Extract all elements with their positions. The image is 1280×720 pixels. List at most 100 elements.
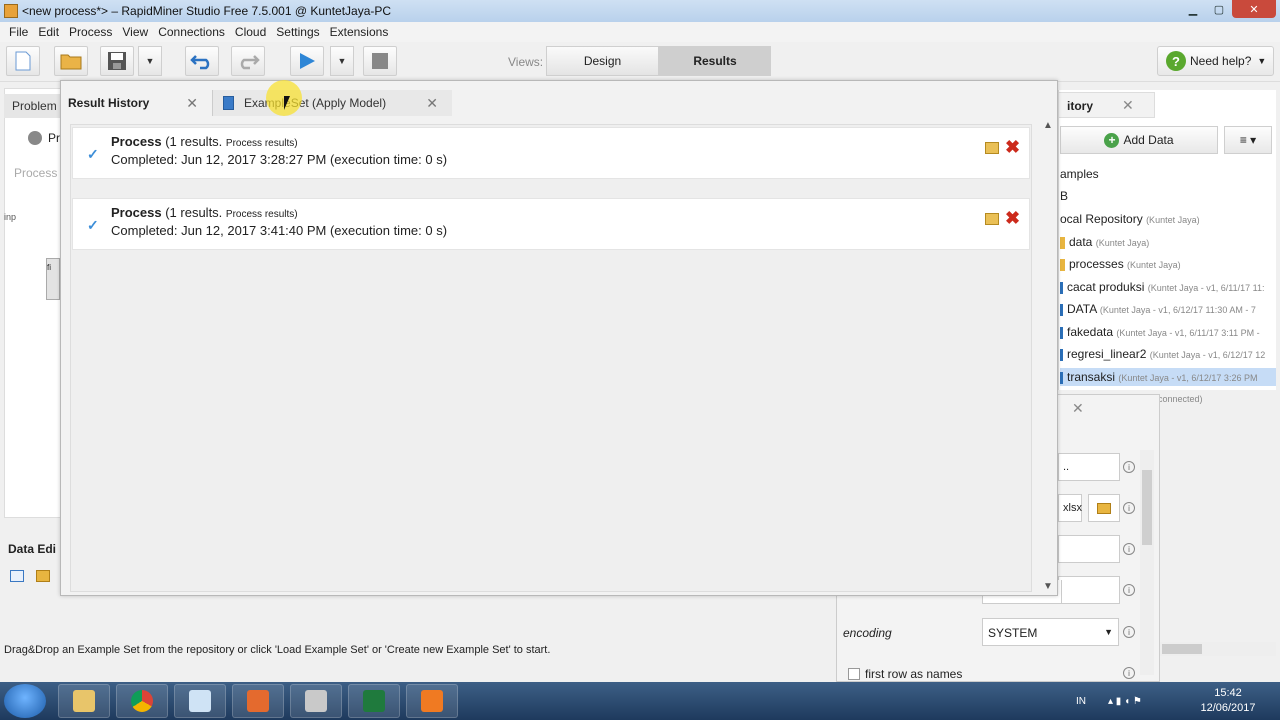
param-field[interactable] — [1058, 576, 1120, 604]
menu-edit[interactable]: Edit — [38, 25, 59, 39]
chrome-icon — [131, 690, 153, 712]
load-example-set-icon[interactable] — [36, 570, 50, 582]
open-result-icon[interactable] — [985, 213, 999, 225]
excel-icon — [363, 690, 385, 712]
redo-button[interactable] — [231, 46, 265, 76]
repo-item[interactable]: B — [1060, 189, 1276, 203]
run-dropdown-button[interactable]: ▼ — [330, 46, 354, 76]
design-view-button[interactable]: Design — [546, 46, 659, 76]
repository-menu-button[interactable]: ≡ ▾ — [1224, 126, 1272, 154]
chevron-down-icon: ▼ — [1257, 56, 1267, 66]
repo-item[interactable]: fakedata (Kuntet Jaya - v1, 6/11/17 3:11… — [1060, 325, 1276, 339]
help-icon: ? — [1166, 51, 1186, 71]
add-data-button[interactable]: + Add Data — [1060, 126, 1218, 154]
close-icon[interactable]: ✕ — [186, 95, 198, 112]
repo-item-label: amples — [1060, 167, 1099, 181]
explorer-taskbar-button[interactable] — [58, 684, 110, 718]
param-button[interactable]: .. — [1058, 453, 1120, 481]
repo-item[interactable]: regresi_linear2 (Kuntet Jaya - v1, 6/12/… — [1060, 347, 1276, 361]
new-example-set-icon[interactable] — [10, 570, 24, 582]
language-indicator[interactable]: IN — [1076, 696, 1086, 707]
folder-icon — [1097, 502, 1111, 514]
menu-settings[interactable]: Settings — [276, 25, 319, 39]
result-tabs: Result History ✕ ExampleSet (Apply Model… — [62, 90, 452, 116]
encoding-select[interactable]: SYSTEM ▼ — [982, 618, 1119, 646]
open-result-icon[interactable] — [985, 142, 999, 154]
close-window-button[interactable]: ✕ — [1232, 0, 1276, 18]
open-process-button[interactable] — [54, 46, 88, 76]
tab-example-set[interactable]: ExampleSet (Apply Model) ✕ — [212, 90, 452, 116]
notepad-taskbar-button[interactable] — [174, 684, 226, 718]
undo-button[interactable] — [185, 46, 219, 76]
info-icon[interactable]: i — [1123, 461, 1135, 473]
close-icon[interactable]: ✕ — [1122, 97, 1134, 114]
notepad-icon — [189, 690, 211, 712]
menu-file[interactable]: File — [9, 25, 28, 39]
repository-tab[interactable]: itory — [1058, 92, 1155, 118]
first-row-as-names-option[interactable]: first row as names — [848, 667, 962, 681]
result-entry[interactable]: ✓ Process (1 results. Process results) C… — [72, 198, 1030, 250]
chevron-down-icon: ▼ — [1104, 627, 1113, 637]
result-history-scrollbar[interactable]: ▲ ▼ — [1040, 118, 1056, 594]
browse-file-button[interactable] — [1088, 494, 1120, 522]
first-row-checkbox[interactable] — [848, 668, 860, 680]
info-icon[interactable]: i — [1123, 502, 1135, 514]
delete-icon[interactable]: ✖ — [1005, 208, 1020, 229]
run-button[interactable] — [290, 46, 324, 76]
info-icon[interactable]: i — [1123, 626, 1135, 638]
menu-extensions[interactable]: Extensions — [330, 25, 389, 39]
result-entry[interactable]: ✓ Process (1 results. Process results) C… — [72, 127, 1030, 179]
repo-item[interactable]: cacat produksi (Kuntet Jaya - v1, 6/11/1… — [1060, 280, 1276, 294]
operator-node[interactable]: fi — [46, 258, 60, 300]
result-count-detail: Process results) — [225, 138, 298, 149]
menu-cloud[interactable]: Cloud — [235, 25, 266, 39]
repo-item-label: transaksi — [1067, 370, 1116, 384]
data-editor-status: Drag&Drop an Example Set from the reposi… — [4, 644, 551, 656]
menu-process[interactable]: Process — [69, 25, 112, 39]
repo-item[interactable]: DATA (Kuntet Jaya - v1, 6/12/17 11:30 AM… — [1060, 302, 1276, 316]
maximize-button[interactable]: ▢ — [1206, 0, 1232, 18]
info-icon[interactable]: i — [1123, 543, 1135, 555]
horizontal-scroll-thumb[interactable] — [1162, 644, 1202, 654]
new-file-icon — [15, 51, 31, 71]
menu-connections[interactable]: Connections — [158, 25, 225, 39]
process-row-label: Pr — [48, 131, 60, 145]
problems-tab[interactable]: Problem — [4, 94, 60, 118]
stop-button[interactable] — [363, 46, 397, 76]
chevron-down-icon[interactable]: ✓ — [87, 217, 99, 234]
scroll-down-icon[interactable]: ▼ — [1043, 581, 1053, 592]
close-icon[interactable]: ✕ — [1072, 400, 1084, 417]
app-taskbar-button[interactable] — [406, 684, 458, 718]
new-process-button[interactable] — [6, 46, 40, 76]
save-process-button[interactable] — [100, 46, 134, 76]
repo-item[interactable]: ocal Repository (Kuntet Jaya) — [1060, 212, 1276, 226]
minimize-button[interactable]: ▁ — [1180, 0, 1206, 18]
results-view-button[interactable]: Results — [659, 46, 771, 76]
mouse-cursor-icon — [284, 96, 290, 110]
params-scroll-thumb[interactable] — [1142, 470, 1152, 545]
excel-taskbar-button[interactable] — [348, 684, 400, 718]
system-clock[interactable]: 15:42 12/06/2017 — [1196, 686, 1260, 716]
repo-item[interactable]: amples — [1060, 167, 1276, 181]
scroll-up-icon[interactable]: ▲ — [1043, 120, 1053, 131]
repo-item-selected[interactable]: transaksi (Kuntet Jaya - v1, 6/12/17 3:2… — [1060, 368, 1276, 386]
info-icon[interactable]: i — [1123, 667, 1135, 679]
screen-recorder-taskbar-button[interactable] — [232, 684, 284, 718]
file-name-field[interactable]: xlsx — [1058, 494, 1082, 522]
close-icon[interactable]: ✕ — [426, 95, 438, 112]
process-status-icon — [28, 131, 42, 145]
rapidminer-taskbar-button[interactable] — [290, 684, 342, 718]
start-button[interactable] — [4, 684, 46, 718]
chevron-down-icon[interactable]: ✓ — [87, 146, 99, 163]
menu-view[interactable]: View — [122, 25, 148, 39]
info-icon[interactable]: i — [1123, 584, 1135, 596]
param-field[interactable] — [1058, 535, 1120, 563]
repo-item[interactable]: processes (Kuntet Jaya) — [1060, 257, 1276, 271]
chrome-taskbar-button[interactable] — [116, 684, 168, 718]
need-help-button[interactable]: ? Need help? ▼ — [1157, 46, 1274, 76]
save-dropdown-button[interactable]: ▼ — [138, 46, 162, 76]
tray-icons[interactable]: ▴ ▮ ◖ ⚑ — [1108, 696, 1142, 707]
tab-result-history[interactable]: Result History ✕ — [62, 90, 212, 116]
repo-item[interactable]: data (Kuntet Jaya) — [1060, 235, 1276, 249]
delete-icon[interactable]: ✖ — [1005, 137, 1020, 158]
